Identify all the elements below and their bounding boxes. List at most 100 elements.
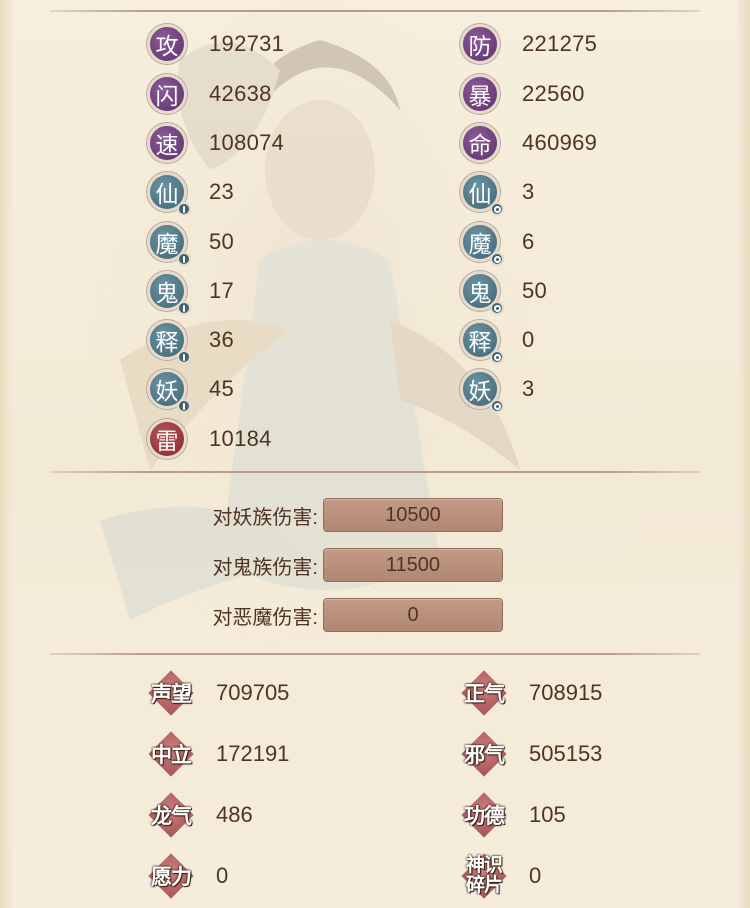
stat-value: 50 xyxy=(522,278,548,303)
rep-value: 172191 xyxy=(216,741,290,766)
stat-value: 42638 xyxy=(209,81,272,106)
spirit-fragments-label: 神识碎片 xyxy=(459,853,509,899)
rep-neutral: 中立 172191 xyxy=(146,729,289,779)
stat-critical: 暴 22560 xyxy=(460,71,585,117)
stat-value: 23 xyxy=(209,179,235,204)
critical-icon: 暴 xyxy=(460,74,500,114)
rep-value: 0 xyxy=(529,863,542,888)
rep-merit: 功德 105 xyxy=(459,790,566,840)
stat-value: 460969 xyxy=(522,130,598,155)
stat-attack: 攻 192731 xyxy=(147,21,284,67)
buddha-defense-icon: 释 xyxy=(460,320,504,364)
evil-label: 邪气 xyxy=(459,731,509,777)
defense-marker-icon xyxy=(490,301,504,315)
stat-value: 3 xyxy=(522,179,535,204)
panel-right-border xyxy=(738,0,750,908)
top-divider xyxy=(50,10,700,12)
damage-label: 对恶魔伤害: xyxy=(212,606,318,629)
stat-yao-attack: 妖 45 xyxy=(147,366,235,413)
rep-evil: 邪气 505153 xyxy=(459,729,602,779)
stat-buddha-attack: 释 36 xyxy=(147,317,235,364)
yao-defense-icon: 妖 xyxy=(460,369,504,413)
ghost-defense-icon: 鬼 xyxy=(460,271,504,315)
attack-icon: 攻 xyxy=(147,24,187,64)
defense-marker-icon xyxy=(490,350,504,364)
dodge-icon: 闪 xyxy=(147,74,187,114)
merit-label: 功德 xyxy=(459,792,509,838)
dragon-qi-label: 龙气 xyxy=(146,792,196,838)
stat-value: 22560 xyxy=(522,81,585,106)
rep-value: 709705 xyxy=(216,680,290,705)
damage-label: 对鬼族伤害: xyxy=(212,556,318,579)
speed-icon: 速 xyxy=(147,123,187,163)
prestige-label: 声望 xyxy=(146,670,196,716)
rep-prestige: 声望 709705 xyxy=(146,668,289,718)
immortal-defense-icon: 仙 xyxy=(460,172,504,216)
stats-panel: 攻 192731 闪 42638 速 108074 仙 23 魔 50 鬼 17… xyxy=(0,0,750,908)
rep-value: 105 xyxy=(529,802,566,827)
stat-value: 3 xyxy=(522,376,535,401)
demon-attack-icon: 魔 xyxy=(147,222,191,266)
stat-value: 192731 xyxy=(209,31,285,56)
rep-spirit-fragments: 神识碎片 0 xyxy=(459,851,541,901)
rep-value: 486 xyxy=(216,802,253,827)
stat-hp: 命 460969 xyxy=(460,120,597,166)
rep-dragon-qi: 龙气 486 xyxy=(146,790,253,840)
ghost-attack-icon: 鬼 xyxy=(147,271,191,315)
stat-immortal-defense: 仙 3 xyxy=(460,169,535,216)
stat-value: 6 xyxy=(522,229,535,254)
stat-value: 45 xyxy=(209,376,235,401)
stat-immortal-attack: 仙 23 xyxy=(147,169,235,216)
stat-value: 17 xyxy=(209,278,235,303)
stat-demon-defense: 魔 6 xyxy=(460,219,535,266)
willpower-label: 愿力 xyxy=(146,853,196,899)
defense-marker-icon xyxy=(490,202,504,216)
stat-speed: 速 108074 xyxy=(147,120,284,166)
stat-value: 108074 xyxy=(209,130,285,155)
attack-marker-icon xyxy=(177,399,191,413)
stat-demon-attack: 魔 50 xyxy=(147,219,235,266)
rep-willpower: 愿力 0 xyxy=(146,851,228,901)
defense-marker-icon xyxy=(490,399,504,413)
demon-defense-icon: 魔 xyxy=(460,222,504,266)
damage-label: 对妖族伤害: xyxy=(212,506,318,529)
rep-value: 0 xyxy=(216,863,229,888)
attack-marker-icon xyxy=(177,301,191,315)
defense-marker-icon xyxy=(490,252,504,266)
damage-value: 10500 xyxy=(324,499,502,531)
damage-divider xyxy=(50,653,700,655)
immortal-attack-icon: 仙 xyxy=(147,172,191,216)
stat-buddha-defense: 释 0 xyxy=(460,317,535,364)
stat-value: 221275 xyxy=(522,31,598,56)
damage-value: 11500 xyxy=(324,549,502,581)
stat-value: 10184 xyxy=(209,426,272,451)
panel-left-border xyxy=(0,0,12,908)
neutral-label: 中立 xyxy=(146,731,196,777)
damage-value: 0 xyxy=(324,599,502,631)
righteous-label: 正气 xyxy=(459,670,509,716)
stat-ghost-attack: 鬼 17 xyxy=(147,268,235,315)
stat-dodge: 闪 42638 xyxy=(147,71,272,117)
stat-value: 36 xyxy=(209,327,235,352)
attack-marker-icon xyxy=(177,252,191,266)
buddha-attack-icon: 释 xyxy=(147,320,191,364)
stat-yao-defense: 妖 3 xyxy=(460,366,535,413)
attack-marker-icon xyxy=(177,350,191,364)
yao-attack-icon: 妖 xyxy=(147,369,191,413)
rep-value: 505153 xyxy=(529,741,603,766)
stat-thunder: 雷 10184 xyxy=(147,416,272,462)
stat-value: 0 xyxy=(522,327,535,352)
stats-divider xyxy=(50,471,700,473)
attack-marker-icon xyxy=(177,202,191,216)
rep-value: 708915 xyxy=(529,680,603,705)
damage-vs-ghost: 对鬼族伤害: 11500 xyxy=(173,547,502,583)
damage-vs-demon: 对恶魔伤害: 0 xyxy=(173,597,502,633)
hp-icon: 命 xyxy=(460,123,500,163)
defense-icon: 防 xyxy=(460,24,500,64)
stat-defense: 防 221275 xyxy=(460,21,597,67)
stat-value: 50 xyxy=(209,229,235,254)
thunder-icon: 雷 xyxy=(147,419,187,459)
rep-righteous: 正气 708915 xyxy=(459,668,602,718)
damage-vs-yao: 对妖族伤害: 10500 xyxy=(173,497,502,533)
stat-ghost-defense: 鬼 50 xyxy=(460,268,548,315)
